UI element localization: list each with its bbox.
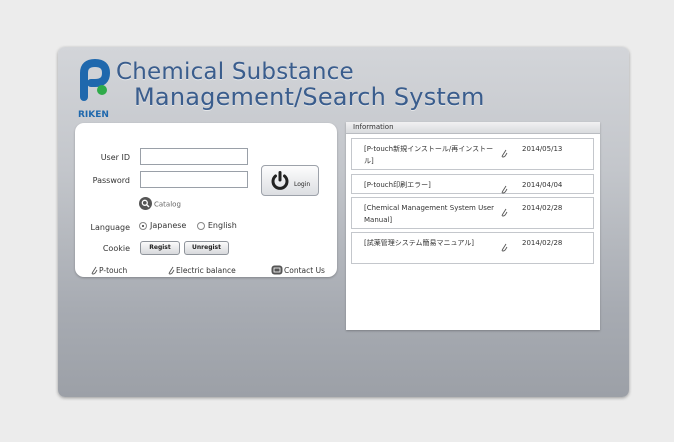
paperclip-icon <box>500 143 508 162</box>
language-option-japanese: Japanese <box>150 221 187 230</box>
user-id-label: User ID <box>100 153 130 162</box>
news-date: 2014/04/04 <box>522 181 563 189</box>
cookie-label: Cookie <box>102 244 130 253</box>
information-header: Information <box>346 122 600 134</box>
login-button[interactable]: Login <box>261 165 319 196</box>
mail-icon <box>271 265 283 277</box>
catalog-label: Catalog <box>154 200 181 209</box>
radio-japanese[interactable] <box>139 221 147 230</box>
contact-us-label: Contact Us <box>284 266 325 275</box>
contact-us-link[interactable]: Contact Us <box>271 265 325 277</box>
login-button-label: Login <box>294 181 311 188</box>
power-icon <box>271 171 289 190</box>
title-line-1: Chemical Substance <box>116 59 354 85</box>
page-title: Chemical Substance Management/Search Sys… <box>116 60 485 110</box>
title-line-2: Management/Search System <box>134 83 485 111</box>
catalog-icon <box>139 197 152 212</box>
electric-balance-label: Electric balance <box>176 266 236 275</box>
riken-logo: RIKEN <box>76 57 120 121</box>
password-label: Password <box>92 176 130 185</box>
news-title: [試薬管理システム簡易マニュアル] <box>364 239 475 247</box>
paperclip-icon <box>500 202 508 221</box>
language-label: Language <box>90 223 130 232</box>
news-date: 2014/05/13 <box>522 145 563 153</box>
paperclip-icon <box>167 265 175 277</box>
regist-button[interactable]: Regist <box>140 241 180 255</box>
catalog-link[interactable]: Catalog <box>139 197 181 212</box>
unregist-button[interactable]: Unregist <box>184 241 229 255</box>
ptouch-link[interactable]: P-touch <box>90 265 127 277</box>
paperclip-icon <box>500 237 508 256</box>
news-item[interactable]: [Chemical Management System User Manual]… <box>351 197 594 229</box>
news-item[interactable]: [P-touch印刷エラー] 2014/04/04 <box>351 174 594 194</box>
password-input[interactable] <box>140 171 248 188</box>
user-id-input[interactable] <box>140 148 248 165</box>
news-title: [P-touch印刷エラー] <box>364 181 431 189</box>
news-title: [P-touch新規インストール/再インストール] <box>364 145 494 165</box>
news-date: 2014/02/28 <box>522 204 563 212</box>
news-title: [Chemical Management System User Manual] <box>364 204 495 224</box>
language-option-english: English <box>207 221 237 230</box>
news-item[interactable]: [試薬管理システム簡易マニュアル] 2014/02/28 <box>351 232 594 264</box>
electric-balance-link[interactable]: Electric balance <box>167 265 236 277</box>
logo-text: RIKEN <box>78 110 109 120</box>
news-date: 2014/02/28 <box>522 239 563 247</box>
paperclip-icon <box>500 179 508 198</box>
ptouch-label: P-touch <box>99 266 128 275</box>
information-panel: Information [P-touch新規インストール/再インストール] 20… <box>346 122 600 330</box>
radio-english[interactable] <box>196 221 205 230</box>
paperclip-icon <box>90 265 98 277</box>
login-panel: User ID Password Login Catalog Language … <box>75 123 337 277</box>
language-selector: Japanese English <box>139 221 245 230</box>
news-item[interactable]: [P-touch新規インストール/再インストール] 2014/05/13 <box>351 138 594 170</box>
